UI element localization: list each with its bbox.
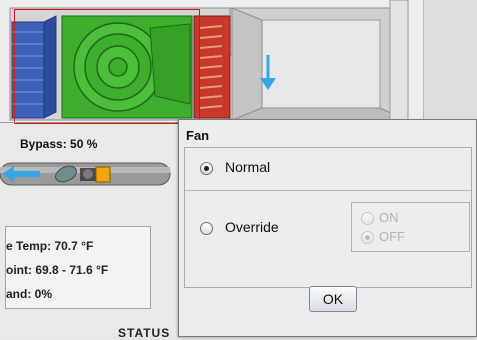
mode-divider bbox=[185, 190, 471, 191]
off-label: OFF bbox=[379, 229, 405, 244]
selected-fan-frame[interactable] bbox=[14, 9, 200, 124]
status-heading: STATUS bbox=[118, 326, 171, 340]
ok-button[interactable]: OK bbox=[309, 286, 357, 312]
demand-value: and: 0% bbox=[6, 287, 53, 301]
normal-radio[interactable] bbox=[200, 162, 213, 175]
section-divider bbox=[0, 122, 178, 123]
override-radio[interactable] bbox=[200, 222, 213, 235]
temperature-panel: e Temp: 70.7 °F oint: 69.8 - 71.6 °F and… bbox=[5, 226, 151, 309]
on-radio[interactable] bbox=[361, 212, 374, 225]
override-state-group: ON OFF bbox=[351, 202, 470, 252]
setpoint-range: oint: 69.8 - 71.6 °F bbox=[6, 263, 109, 277]
bypass-duct-graphic bbox=[0, 162, 171, 186]
off-radio[interactable] bbox=[361, 231, 374, 244]
dialog-title: Fan bbox=[186, 128, 210, 143]
bypass-duct bbox=[0, 155, 178, 195]
fan-dialog: Fan Normal Override ON OFF OK bbox=[178, 119, 477, 337]
bypass-label: Bypass: 50 % bbox=[20, 137, 98, 151]
discharge-temp: e Temp: 70.7 °F bbox=[6, 239, 94, 253]
override-label[interactable]: Override bbox=[225, 219, 279, 235]
normal-label[interactable]: Normal bbox=[225, 159, 270, 175]
fan-mode-group: Normal Override ON OFF bbox=[184, 147, 472, 288]
on-label: ON bbox=[379, 210, 399, 225]
